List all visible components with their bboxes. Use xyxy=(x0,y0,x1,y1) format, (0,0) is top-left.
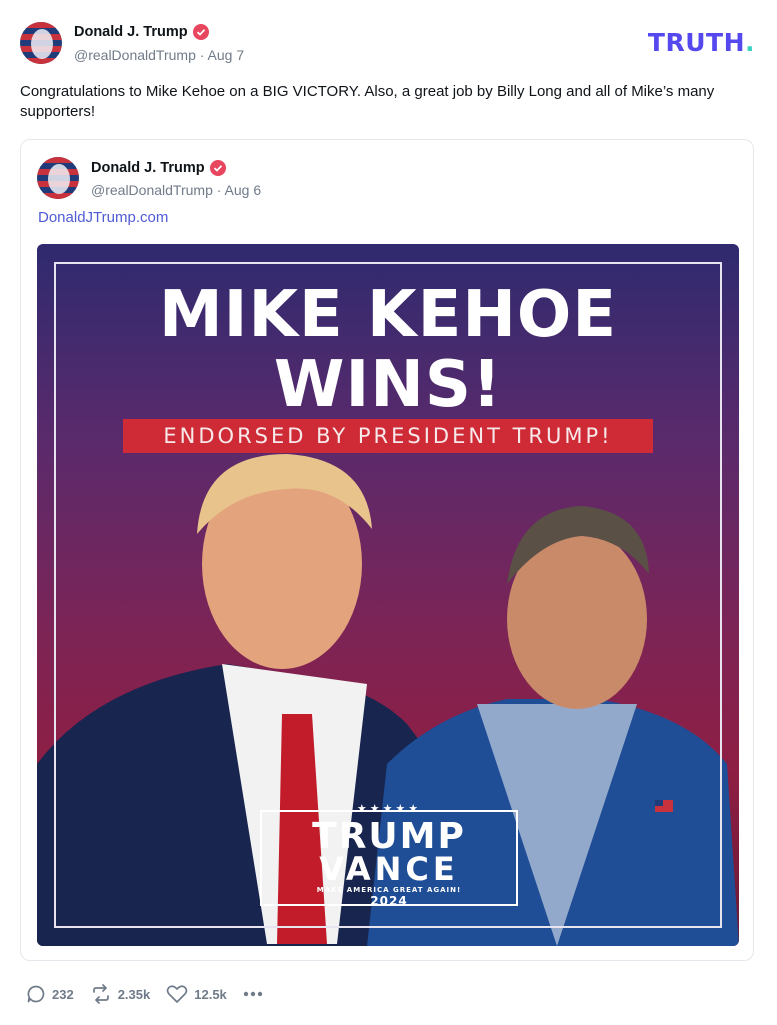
heart-icon xyxy=(166,985,188,1003)
trump-vance-badge: ★★★★★ TRUMP VANCE MAKE AMERICA GREAT AGA… xyxy=(260,802,518,908)
badge-stars: ★★★★★ xyxy=(356,802,422,815)
author-name[interactable]: Donald J. Trump xyxy=(74,24,209,40)
image-headline: MIKE KEHOE WINS! xyxy=(37,280,739,420)
like-button[interactable]: 12.5k xyxy=(166,984,227,1004)
image-banner: ENDORSED BY PRESIDENT TRUMP! xyxy=(123,419,653,453)
post-text: Congratulations to Mike Kehoe on a BIG V… xyxy=(20,83,715,120)
quoted-handle[interactable]: @realDonaldTrump xyxy=(91,182,213,198)
reply-icon xyxy=(27,985,45,1003)
author-handle[interactable]: @realDonaldTrump xyxy=(74,47,196,63)
more-icon xyxy=(243,991,262,997)
repost-count: 2.35k xyxy=(117,986,151,1002)
reply-count: 232 xyxy=(52,986,74,1002)
truth-logo-dot: . xyxy=(745,28,755,57)
badge-year: 2024 xyxy=(370,894,408,908)
repost-icon xyxy=(92,984,109,1004)
image-headline-line2: WINS! xyxy=(273,348,503,422)
post-date[interactable]: Aug 7 xyxy=(208,47,245,63)
quoted-handle-date: @realDonaldTrump · Aug 6 xyxy=(91,182,262,198)
post-actions: 232 2.35k 12.5k xyxy=(26,984,279,1004)
reply-button[interactable]: 232 xyxy=(26,984,74,1004)
author-handle-date: @realDonaldTrump · Aug 7 xyxy=(74,47,245,63)
quoted-author-name-text[interactable]: Donald J. Trump xyxy=(91,160,205,176)
truth-logo-text: TRUTH xyxy=(647,28,745,57)
quoted-link[interactable]: DonaldJTrump.com xyxy=(38,209,168,226)
author-avatar[interactable] xyxy=(20,22,62,64)
quoted-post[interactable]: Donald J. Trump @realDonaldTrump · Aug 6… xyxy=(20,139,754,961)
more-button[interactable] xyxy=(243,991,263,997)
post-image[interactable]: MIKE KEHOE WINS! ENDORSED BY PRESIDENT T… xyxy=(37,244,739,946)
repost-button[interactable]: 2.35k xyxy=(90,984,151,1004)
image-headline-line1: MIKE KEHOE xyxy=(158,278,618,352)
badge-slogan: MAKE AMERICA GREAT AGAIN! xyxy=(316,886,462,894)
quoted-author-avatar[interactable] xyxy=(37,157,79,199)
like-count: 12.5k xyxy=(194,986,227,1002)
verified-badge-icon xyxy=(192,24,209,40)
quoted-author-name[interactable]: Donald J. Trump xyxy=(91,160,226,176)
author-name-text[interactable]: Donald J. Trump xyxy=(74,24,188,40)
post: Donald J. Trump @realDonaldTrump · Aug 7… xyxy=(0,0,777,1025)
quoted-date[interactable]: Aug 6 xyxy=(225,182,262,198)
truth-logo[interactable]: TRUTH. xyxy=(648,28,755,57)
verified-badge-icon xyxy=(209,160,226,176)
badge-line2: VANCE xyxy=(319,850,459,888)
